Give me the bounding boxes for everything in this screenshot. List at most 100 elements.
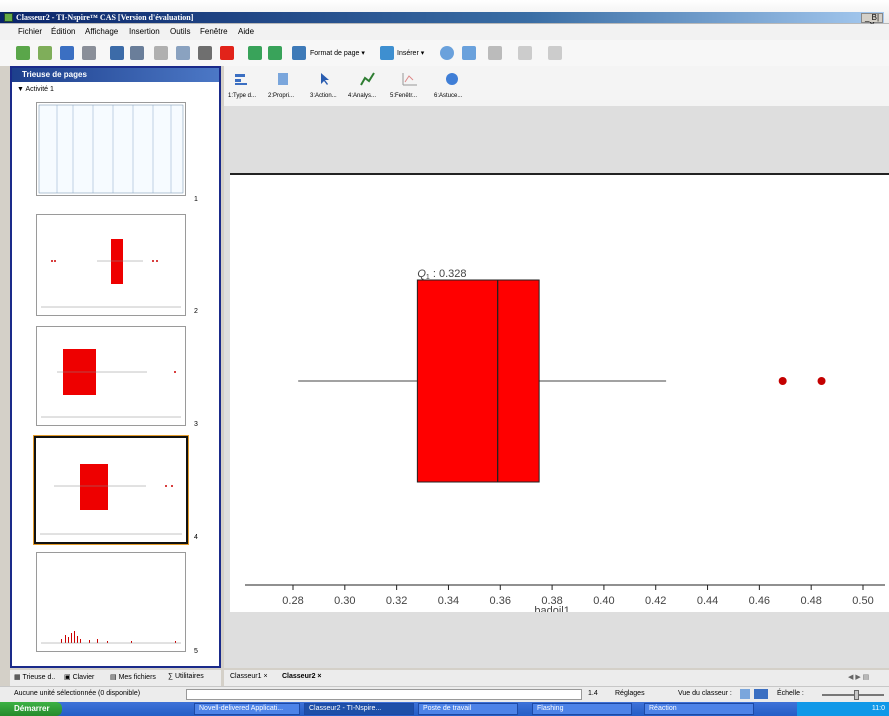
tab-keypad-label: Clavier: [72, 674, 95, 681]
status-selection: Aucune unité sélectionnée (0 disponible): [14, 690, 141, 697]
task-classeur2[interactable]: Classeur2 - TI-Nspire...: [304, 703, 414, 715]
box-lower-half: [416, 279, 499, 483]
graph-canvas[interactable]: Q1 : 0.328 0.28 0.30 0.32 0.34 0.36 0.38 0.40 0.…: [230, 173, 889, 617]
computer-view-icon[interactable]: [754, 689, 768, 699]
format-page-button[interactable]: Format de page ▾: [310, 49, 365, 57]
activity-node[interactable]: ▼ Activité 1: [17, 86, 54, 93]
page-thumbnail-4[interactable]: [33, 435, 189, 545]
tab-classeur1[interactable]: Classeur1 ×: [230, 673, 268, 680]
menu-properties[interactable]: 2:Propri...: [268, 93, 294, 99]
line-style-icon[interactable]: [518, 46, 532, 60]
new-document-icon[interactable]: [16, 46, 30, 60]
tab-page-sorter[interactable]: ▦ Trieuse d..: [14, 673, 55, 681]
document-tabs: Classeur1 × Classeur2 × ◀ ▶ ▤: [224, 670, 889, 686]
actions-icon[interactable]: [318, 72, 334, 86]
scale-slider-handle[interactable]: [854, 690, 859, 700]
left-panel-tabs: ▦ Trieuse d.. ▣ Clavier ▤ Mes fichiers ∑…: [10, 670, 221, 686]
close-icon[interactable]: ×: [317, 673, 321, 680]
q1-annotation-value: : 0.328: [430, 268, 467, 280]
page-number-4: 4: [194, 534, 198, 541]
page-thumbnail-1[interactable]: [36, 102, 186, 196]
menu-fichier[interactable]: Fichier: [18, 27, 42, 36]
tab-classeur2[interactable]: Classeur2 ×: [282, 673, 322, 680]
menu-aide[interactable]: Aide: [238, 27, 254, 36]
camera-icon[interactable]: [462, 46, 476, 60]
fill-color-icon[interactable]: [488, 46, 502, 60]
boxplot-thumbnail: [41, 349, 181, 418]
x-tick-label: 0.32: [386, 595, 407, 607]
x-tick-label: 0.44: [697, 595, 718, 607]
window-controls[interactable]: _ B| X: [861, 13, 883, 30]
tab-utilities[interactable]: ∑ Utilitaires: [168, 673, 204, 680]
q1-annotation: Q1 : 0.328: [417, 268, 466, 281]
undo-icon[interactable]: [110, 46, 124, 60]
x-tick-label: 0.30: [334, 595, 355, 607]
menu-actions[interactable]: 3:Action...: [310, 93, 337, 99]
app-icon: [4, 13, 13, 22]
boxplot-thumbnail: [40, 464, 182, 535]
x-tick-label: 0.34: [438, 595, 459, 607]
plot-type-icon[interactable]: [234, 72, 250, 86]
keypad-icon: ▣: [64, 674, 73, 681]
task-reaction[interactable]: Réaction: [644, 703, 754, 715]
view-label: Vue du classeur :: [678, 690, 732, 697]
window-icon[interactable]: [402, 72, 418, 86]
shape-icon[interactable]: [548, 46, 562, 60]
page-thumbnail-5[interactable]: [36, 552, 186, 652]
tab-my-files[interactable]: ▤ Mes fichiers: [110, 673, 156, 681]
hints-icon[interactable]: [444, 72, 460, 86]
redo-icon[interactable]: [130, 46, 144, 60]
menu-insertion[interactable]: Insertion: [129, 27, 160, 36]
page-layout-icon[interactable]: [292, 46, 306, 60]
tab-scroll-arrows[interactable]: ◀ ▶ ▤: [848, 673, 869, 681]
task-flashing[interactable]: Flashing: [532, 703, 632, 715]
paste-icon[interactable]: [198, 46, 212, 60]
scale-label: Échelle :: [777, 690, 804, 697]
menu-analyze[interactable]: 4:Analys...: [348, 93, 376, 99]
print-icon[interactable]: [82, 46, 96, 60]
window-title: Classeur2 - TI-Nspire™ CAS [Version d'év…: [16, 13, 194, 22]
cut-icon[interactable]: [154, 46, 168, 60]
handheld-view-icon[interactable]: [740, 689, 750, 699]
close-icon[interactable]: ×: [263, 673, 267, 680]
box-upper-half: [497, 279, 540, 483]
delete-icon[interactable]: [220, 46, 234, 60]
page-sorter-title: Trieuse de pages: [22, 70, 87, 79]
menu-bar: Fichier Édition Affichage Insertion Outi…: [0, 24, 889, 40]
outlier-point: [778, 377, 787, 385]
save-icon[interactable]: [60, 46, 74, 60]
add-page-icon[interactable]: [248, 46, 262, 60]
insert-button[interactable]: Insérer ▾: [397, 49, 424, 57]
insert-icon[interactable]: [380, 46, 394, 60]
analyze-icon[interactable]: [360, 72, 376, 86]
page-thumbnail-2[interactable]: [36, 214, 186, 316]
copy-icon[interactable]: [176, 46, 190, 60]
settings-button[interactable]: Réglages: [615, 690, 645, 697]
boxplot-chart[interactable]: Q1 : 0.3280.28 0.30 0.32 0.34 0.36 0.38 0.40 0.…: [230, 175, 889, 617]
start-button[interactable]: Démarrer: [0, 702, 62, 716]
menu-fenetre[interactable]: Fenêtre: [200, 27, 228, 36]
system-tray: 11:0: [797, 702, 889, 716]
chevron-down-icon[interactable]: ▼: [17, 86, 26, 93]
task-novell[interactable]: Novell-delivered Applicati...: [194, 703, 300, 715]
tab-keypad[interactable]: ▣ Clavier: [64, 673, 94, 681]
page-number-5: 5: [194, 648, 198, 655]
menu-outils[interactable]: Outils: [170, 27, 190, 36]
screen-capture-icon[interactable]: [440, 46, 454, 60]
task-poste-de-travail[interactable]: Poste de travail: [418, 703, 518, 715]
tab-classeur2-label: Classeur2: [282, 673, 316, 680]
status-ratio: 1.4: [588, 690, 598, 697]
menu-plot-type[interactable]: 1:Type d...: [228, 93, 256, 99]
add-problem-icon[interactable]: [268, 46, 282, 60]
page-number-3: 3: [194, 421, 198, 428]
page-number-1: 1: [194, 196, 198, 203]
properties-icon[interactable]: [276, 72, 292, 86]
menu-hints[interactable]: 6:Astuce...: [434, 93, 462, 99]
menu-affichage[interactable]: Affichage: [85, 27, 118, 36]
page-thumbnail-3[interactable]: [36, 326, 186, 426]
new-pc-document-icon[interactable]: [38, 46, 52, 60]
menu-window[interactable]: 5:Fenêtr...: [390, 93, 417, 99]
scale-slider[interactable]: [822, 694, 884, 696]
menu-edition[interactable]: Édition: [51, 27, 75, 36]
tab-page-sorter-label: Trieuse d..: [22, 674, 56, 681]
